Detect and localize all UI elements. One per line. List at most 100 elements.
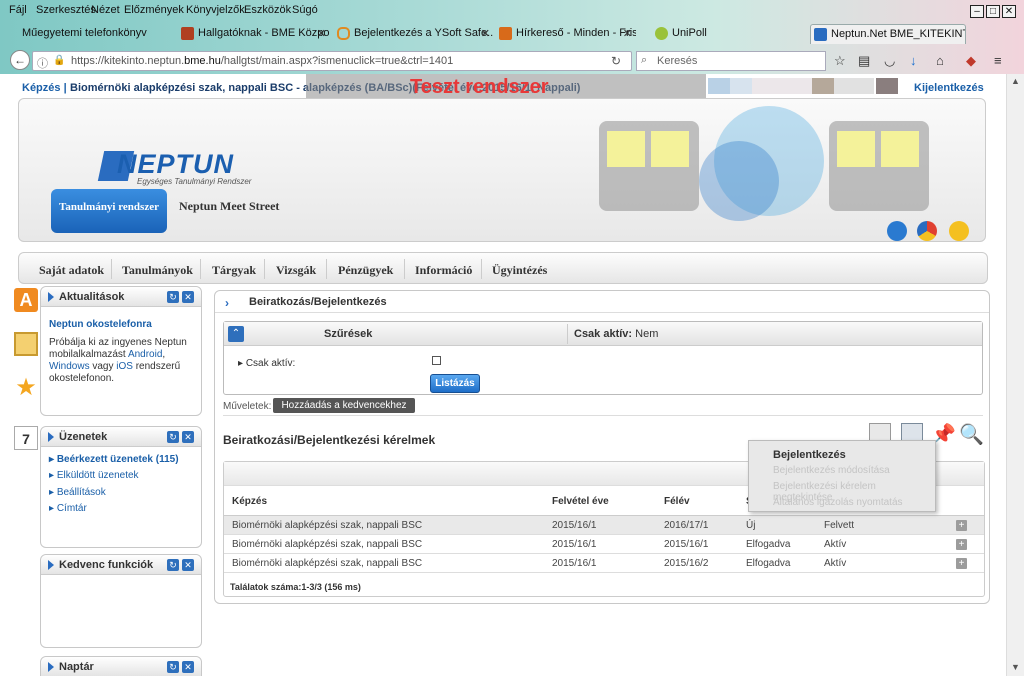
collapse-icon[interactable]: ⌃: [228, 326, 244, 342]
add-to-favorites-button[interactable]: Hozzáadás a kedvencekhez: [273, 398, 415, 413]
messages-panel: Üzenetek ↻ ✕ ▸ Beérkezett üzenetek (115)…: [40, 426, 202, 548]
messages-directory-link[interactable]: ▸ Címtár: [49, 503, 87, 514]
color-swatch[interactable]: [708, 78, 730, 94]
ctx-item-print[interactable]: Általános igazolás nyomtatás: [773, 497, 903, 508]
tab-ysoft[interactable]: Bejelentkezés a YSoft Safe... ✕: [334, 24, 494, 44]
panel-arrow-icon: [48, 292, 54, 302]
menu-edit[interactable]: Szerkesztés: [36, 4, 96, 16]
radiation-icon[interactable]: [949, 221, 969, 241]
table-row[interactable]: Biomérnöki alapképzési szak, nappali BSC…: [224, 516, 984, 535]
table-row[interactable]: Biomérnöki alapképzési szak, nappali BSC…: [224, 554, 984, 573]
close-icon[interactable]: ✕: [317, 27, 326, 40]
scroll-up-icon[interactable]: ▲: [1011, 76, 1020, 86]
tab-unipoll[interactable]: UniPoll: [652, 24, 802, 44]
menu-tools[interactable]: Eszközök: [244, 4, 291, 16]
column-header-admission-year[interactable]: Felvétel éve: [552, 496, 609, 507]
menu-subjects[interactable]: Tárgyak: [212, 263, 256, 278]
column-header-training[interactable]: Képzés: [232, 496, 267, 507]
inbox-label: Beérkezett üzenetek (115): [56, 454, 179, 465]
pocket-icon[interactable]: ◡: [884, 53, 895, 69]
tab-study-system[interactable]: Tanulmányi rendszer: [51, 189, 167, 233]
menu-administration[interactable]: Ügyintézés: [492, 263, 547, 278]
tab-meet-street[interactable]: Neptun Meet Street: [179, 199, 279, 214]
close-icon[interactable]: ✕: [182, 661, 194, 673]
ctx-item-modify[interactable]: Bejelentkezés módosítása: [773, 465, 890, 476]
tab-bme[interactable]: Hallgatóknak - BME Közpo... ✕: [178, 24, 330, 44]
envelope-icon[interactable]: [14, 332, 38, 356]
ctx-item-enroll[interactable]: Bejelentkezés: [773, 449, 846, 461]
magnifier-icon[interactable]: 🔍: [959, 423, 984, 447]
color-swatch[interactable]: [752, 78, 812, 94]
news-headline[interactable]: Neptun okostelefonra: [49, 319, 152, 330]
messages-settings-link[interactable]: ▸ Beállítások: [49, 487, 106, 498]
list-button[interactable]: Listázás: [430, 374, 480, 393]
download-icon[interactable]: ↓: [910, 53, 917, 68]
menu-finances[interactable]: Pénzügyek: [338, 263, 393, 278]
close-icon[interactable]: ✕: [182, 431, 194, 443]
table-row[interactable]: Biomérnöki alapképzési szak, nappali BSC…: [224, 535, 984, 554]
refresh-icon[interactable]: ↻: [167, 661, 179, 673]
url-bar[interactable]: ⓘ 🔒 https://kitekinto.neptun.bme.hu/hall…: [32, 51, 632, 71]
menu-history[interactable]: Előzmények: [124, 4, 184, 16]
back-icon[interactable]: ←: [10, 50, 30, 70]
color-swatch[interactable]: [730, 78, 752, 94]
palette-icon[interactable]: [917, 221, 937, 241]
windows-link[interactable]: Windows: [49, 361, 90, 372]
info-icon[interactable]: ⓘ: [37, 55, 48, 71]
color-swatch[interactable]: [834, 78, 874, 94]
tab-phonebook[interactable]: Műegyetemi telefonkönyv: [4, 24, 164, 44]
messages-inbox-link[interactable]: ▸ Beérkezett üzenetek (115): [49, 454, 179, 465]
cell-training: Biomérnöki alapképzési szak, nappali BSC: [232, 539, 423, 550]
menu-file[interactable]: Fájl: [9, 4, 27, 16]
close-icon[interactable]: ✕: [182, 559, 194, 571]
menu-view[interactable]: Nézet: [91, 4, 120, 16]
close-icon[interactable]: ✕: [182, 291, 194, 303]
page-scrollbar[interactable]: ▲ ▼: [1006, 74, 1024, 676]
menu-exams[interactable]: Vizsgák: [276, 263, 316, 278]
results-count: Találatok száma:1-3/3 (156 ms): [230, 582, 361, 592]
home-icon[interactable]: ⌂: [936, 53, 944, 68]
close-icon[interactable]: ✕: [623, 27, 632, 40]
ios-link[interactable]: iOS: [116, 361, 133, 372]
color-swatch[interactable]: [812, 78, 834, 94]
addon-icon[interactable]: ◆: [966, 53, 976, 69]
logout-link[interactable]: Kijelentkezés: [914, 82, 984, 94]
android-link[interactable]: Android: [128, 349, 162, 360]
window-minimize-button[interactable]: –: [970, 5, 984, 18]
refresh-icon[interactable]: ↻: [167, 559, 179, 571]
tab-neptun[interactable]: Neptun.Net BME_KITEKINT...: [810, 24, 966, 44]
plus-icon[interactable]: +: [956, 539, 967, 550]
menu-icon[interactable]: ≡: [994, 53, 1002, 68]
reader-icon[interactable]: ▤: [858, 53, 870, 69]
scroll-down-icon[interactable]: ▼: [1011, 662, 1020, 672]
search-input[interactable]: ⌕ Keresés: [636, 51, 826, 71]
star-favorite-icon[interactable]: ★: [14, 376, 38, 400]
refresh-icon[interactable]: ↻: [167, 431, 179, 443]
plus-icon[interactable]: +: [956, 520, 967, 531]
reload-icon[interactable]: ↻: [611, 54, 621, 68]
star-icon[interactable]: ☆: [834, 53, 846, 69]
globe-icon[interactable]: [887, 221, 907, 241]
close-icon[interactable]: ✕: [481, 27, 490, 40]
menu-help[interactable]: Súgó: [292, 4, 318, 16]
window-maximize-button[interactable]: □: [986, 5, 1000, 18]
messages-sent-link[interactable]: ▸ Elküldött üzenetek: [49, 470, 139, 481]
active-only-checkbox[interactable]: [432, 356, 441, 365]
news-text: vagy: [92, 361, 114, 372]
calendar-panel-title: Naptár: [59, 661, 94, 673]
cell-status: Új: [746, 520, 756, 531]
refresh-icon[interactable]: ↻: [167, 291, 179, 303]
menu-own-data[interactable]: Saját adatok: [39, 263, 104, 278]
menu-studies[interactable]: Tanulmányok: [122, 263, 193, 278]
window-close-button[interactable]: ✕: [1002, 5, 1016, 18]
browser-navbar: ← ⓘ 🔒 https://kitekinto.neptun.bme.hu/ha…: [0, 46, 1024, 74]
cell-semester: 2015/16/1: [664, 539, 709, 550]
plus-icon[interactable]: +: [956, 558, 967, 569]
column-header-semester[interactable]: Félév: [664, 496, 690, 507]
letter-a-icon[interactable]: A: [14, 288, 38, 312]
menu-information[interactable]: Információ: [415, 263, 472, 278]
menu-bookmarks[interactable]: Könyvjelzők: [186, 4, 245, 16]
tab-hirkereso[interactable]: Hírkereső - Minden - Friss ... ✕: [496, 24, 636, 44]
calendar-icon[interactable]: 7: [14, 426, 38, 450]
color-swatch[interactable]: [876, 78, 898, 94]
